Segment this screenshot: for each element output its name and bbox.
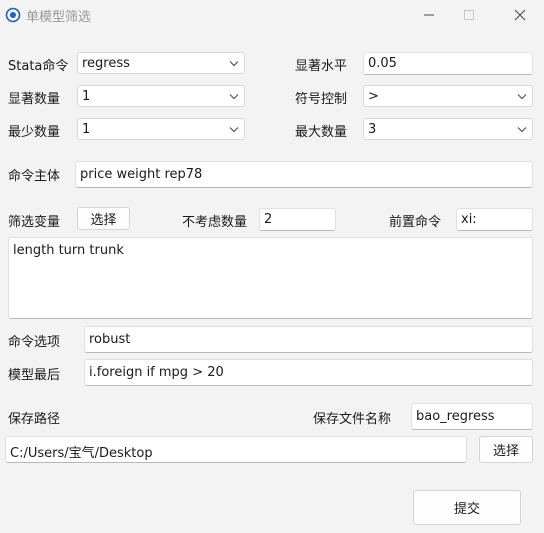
chevron-down-icon — [229, 127, 239, 133]
filter-vars-text: length turn trunk — [13, 243, 124, 258]
min-count-label: 最少数量 — [8, 125, 61, 140]
model-last-input[interactable]: i.foreign if mpg > 20 — [84, 359, 533, 386]
significant-count-select[interactable]: 1 — [77, 85, 245, 107]
maximize-icon — [464, 10, 474, 20]
save-path-input[interactable]: C:/Users/宝气/Desktop — [5, 436, 467, 463]
significance-level-label: 显著水平 — [295, 59, 348, 74]
stata-command-label: Stata命令 — [8, 59, 69, 74]
command-body-label: 命令主体 — [8, 169, 61, 184]
close-button[interactable] — [497, 0, 543, 30]
stata-command-value: regress — [82, 56, 130, 71]
model-last-value: i.foreign if mpg > 20 — [89, 365, 224, 380]
sign-control-label: 符号控制 — [295, 92, 348, 107]
sign-control-select[interactable]: > — [363, 85, 533, 107]
max-count-label: 最大数量 — [295, 125, 348, 140]
command-options-value: robust — [89, 332, 131, 347]
title-bar: 单模型筛选 — [0, 0, 544, 30]
min-count-select[interactable]: 1 — [77, 118, 245, 140]
command-body-value: price weight rep78 — [80, 167, 203, 182]
dialog-window: 单模型筛选 Stata命令 regress 显著水平 0.05 显著数量 1 符… — [0, 0, 544, 533]
prefix-command-value: xi: — [461, 212, 477, 227]
command-body-input[interactable]: price weight rep78 — [75, 161, 533, 188]
max-count-select[interactable]: 3 — [363, 118, 533, 140]
max-count-value: 3 — [368, 122, 377, 137]
maximize-button[interactable] — [446, 0, 492, 30]
ignore-count-label: 不考虑数量 — [182, 215, 248, 230]
significance-level-value: 0.05 — [368, 56, 397, 71]
browse-save-path-button[interactable]: 选择 — [479, 436, 533, 463]
save-path-value: C:/Users/宝气/Desktop — [10, 446, 153, 461]
app-icon — [5, 7, 21, 23]
window-title: 单模型筛选 — [26, 10, 92, 25]
close-icon — [514, 9, 526, 21]
submit-button[interactable]: 提交 — [413, 490, 521, 525]
command-options-label: 命令选项 — [8, 335, 61, 350]
significance-level-input[interactable]: 0.05 — [363, 52, 533, 75]
select-filter-vars-button[interactable]: 选择 — [77, 207, 130, 230]
chevron-down-icon — [229, 94, 239, 100]
model-last-label: 模型最后 — [8, 368, 61, 383]
save-filename-label: 保存文件名称 — [313, 412, 392, 427]
chevron-down-icon — [229, 61, 239, 67]
chevron-down-icon — [517, 94, 527, 100]
ignore-count-input[interactable]: 2 — [259, 208, 336, 231]
save-filename-value: bao_regress — [416, 409, 495, 424]
significant-count-label: 显著数量 — [8, 92, 61, 107]
prefix-command-input[interactable]: xi: — [456, 208, 533, 231]
filter-vars-textarea[interactable]: length turn trunk — [8, 237, 533, 319]
save-path-label: 保存路径 — [8, 412, 61, 427]
sign-control-value: > — [368, 89, 379, 104]
filter-vars-label: 筛选变量 — [8, 215, 61, 230]
command-options-input[interactable]: robust — [84, 326, 533, 353]
chevron-down-icon — [517, 127, 527, 133]
significant-count-value: 1 — [82, 89, 91, 104]
stata-command-select[interactable]: regress — [77, 52, 245, 74]
prefix-command-label: 前置命令 — [389, 215, 442, 230]
minimize-icon — [424, 14, 434, 16]
min-count-value: 1 — [82, 122, 91, 137]
ignore-count-value: 2 — [264, 212, 273, 227]
save-filename-input[interactable]: bao_regress — [411, 403, 533, 430]
